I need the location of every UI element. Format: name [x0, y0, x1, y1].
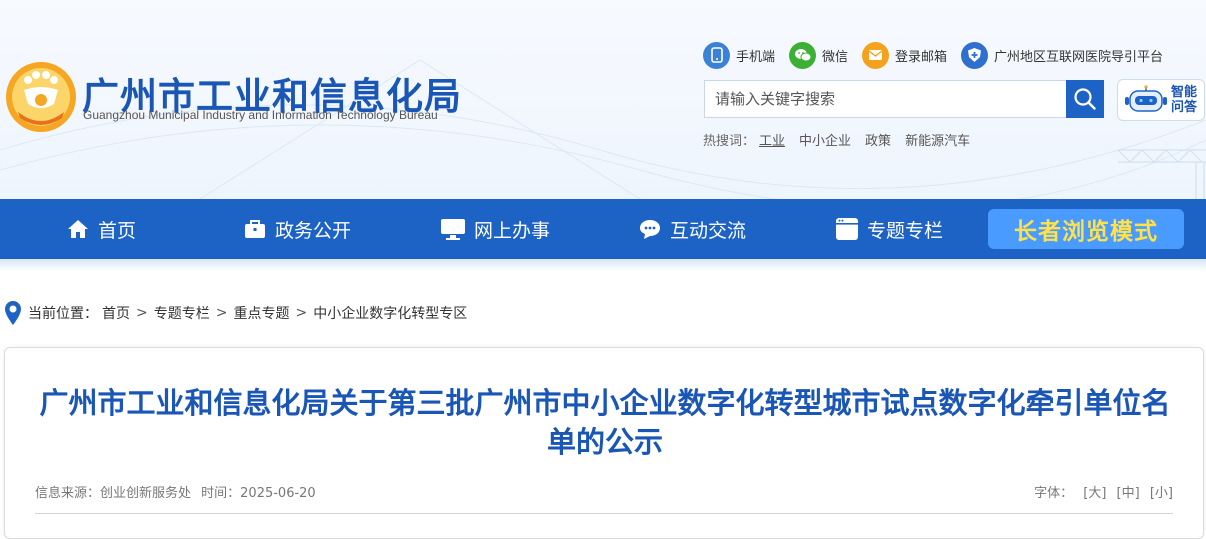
breadcrumb-item[interactable]: 首页 — [102, 303, 130, 323]
breadcrumb: 当前位置： 首页 > 专题专栏 > 重点专题 > 中小企业数字化转型专区 — [4, 299, 467, 327]
font-size-large-button[interactable]: [大] — [1083, 486, 1106, 501]
breadcrumb-label: 当前位置： — [28, 306, 98, 322]
font-size-small-button[interactable]: [小] — [1150, 486, 1173, 501]
font-size-controls: 字体： [大] [中] [小] — [1034, 482, 1173, 501]
nav-item-government-affairs[interactable]: 政务公开 — [243, 199, 351, 259]
hot-search-words: 热搜词： 工业 中小企业 政策 新能源汽车 — [703, 130, 984, 149]
article-time: 时间：2025-06-20 — [201, 486, 316, 501]
font-size-label: 字体： — [1034, 486, 1074, 501]
smart-qa-label-line2: 问答 — [1171, 100, 1198, 115]
search-button[interactable] — [1066, 80, 1104, 118]
hospital-shield-icon — [961, 41, 989, 69]
site-header: 广州市工业和信息化局 Guangzhou Municipal Industry … — [0, 0, 1206, 199]
hospital-platform-link[interactable]: 广州地区互联网医院导引平台 — [961, 41, 1164, 69]
mobile-icon — [703, 41, 730, 69]
hotword-link[interactable]: 中小企业 — [799, 130, 851, 149]
nav-item-label: 政务公开 — [275, 219, 352, 242]
smart-qa-label: 智能 问答 — [1171, 85, 1199, 115]
mobile-link-label: 手机端 — [736, 49, 776, 65]
smart-qa-button[interactable]: 智能 问答 — [1117, 79, 1205, 121]
elder-mode-button[interactable]: 长者浏览模式 — [988, 209, 1184, 249]
article-title: 广州市工业和信息化局关于第三批广州市中小企业数字化转型城市试点数字化牵引单位名单… — [39, 386, 1171, 459]
wechat-link[interactable]: 微信 — [789, 41, 849, 69]
monitor-icon — [441, 219, 465, 240]
article-source: 信息来源：创业创新服务处 — [35, 486, 192, 501]
hotword-link[interactable]: 政策 — [865, 130, 891, 149]
mail-link-label: 登录邮箱 — [895, 49, 948, 65]
main-nav: 首页 政务公开 网上办事 互动交流 专题专栏 长者浏览模式 — [0, 199, 1206, 259]
breadcrumb-item[interactable]: 重点专题 — [233, 303, 289, 323]
article-meta: 信息来源：创业创新服务处 时间：2025-06-20 — [35, 482, 322, 501]
hot-search-label: 热搜词： — [703, 134, 756, 149]
breadcrumb-item[interactable]: 专题专栏 — [154, 303, 210, 323]
article-card: 广州市工业和信息化局关于第三批广州市中小企业数字化转型城市试点数字化牵引单位名单… — [4, 347, 1204, 539]
breadcrumb-separator: > — [295, 305, 308, 321]
mobile-link[interactable]: 手机端 — [703, 41, 776, 69]
search-bar — [704, 80, 1104, 118]
mail-icon — [862, 41, 890, 69]
chat-icon — [640, 220, 660, 239]
wechat-icon — [789, 41, 817, 69]
nav-item-label: 互动交流 — [670, 219, 747, 242]
nav-item-home[interactable]: 首页 — [66, 199, 136, 259]
hotword-link[interactable]: 工业 — [759, 130, 785, 149]
location-pin-icon — [5, 301, 21, 325]
site-title-english: Guangzhou Municipal Industry and Informa… — [83, 108, 438, 122]
home-icon — [68, 220, 88, 238]
nav-item-special-topics[interactable]: 专题专栏 — [835, 199, 943, 259]
window-icon — [836, 218, 858, 240]
wechat-link-label: 微信 — [822, 49, 849, 65]
top-links: 手机端 微信 登录邮箱 广州地区互联网医院导引平台 — [703, 40, 1163, 70]
hospital-platform-label: 广州地区互联网医院导引平台 — [994, 49, 1164, 65]
nav-shadow — [0, 259, 1206, 271]
breadcrumb-separator: > — [215, 305, 228, 321]
nav-item-label: 网上办事 — [474, 219, 551, 242]
search-input[interactable] — [704, 80, 1066, 118]
breadcrumb-separator: > — [136, 305, 148, 321]
search-icon — [1074, 88, 1096, 110]
divider — [35, 513, 1173, 514]
hotword-link[interactable]: 新能源汽车 — [905, 130, 970, 149]
smart-qa-label-line1: 智能 — [1171, 85, 1198, 100]
nav-item-online-services[interactable]: 网上办事 — [440, 199, 550, 259]
briefcase-icon — [245, 220, 265, 238]
font-size-medium-button[interactable]: [中] — [1117, 486, 1140, 501]
nav-item-interaction[interactable]: 互动交流 — [638, 199, 746, 259]
nav-item-label: 首页 — [98, 219, 137, 242]
mail-link[interactable]: 登录邮箱 — [862, 41, 948, 69]
robot-icon — [1125, 85, 1167, 112]
breadcrumb-item[interactable]: 中小企业数字化转型专区 — [313, 303, 467, 323]
nav-item-label: 专题专栏 — [867, 219, 944, 242]
bureau-logo — [6, 62, 76, 132]
